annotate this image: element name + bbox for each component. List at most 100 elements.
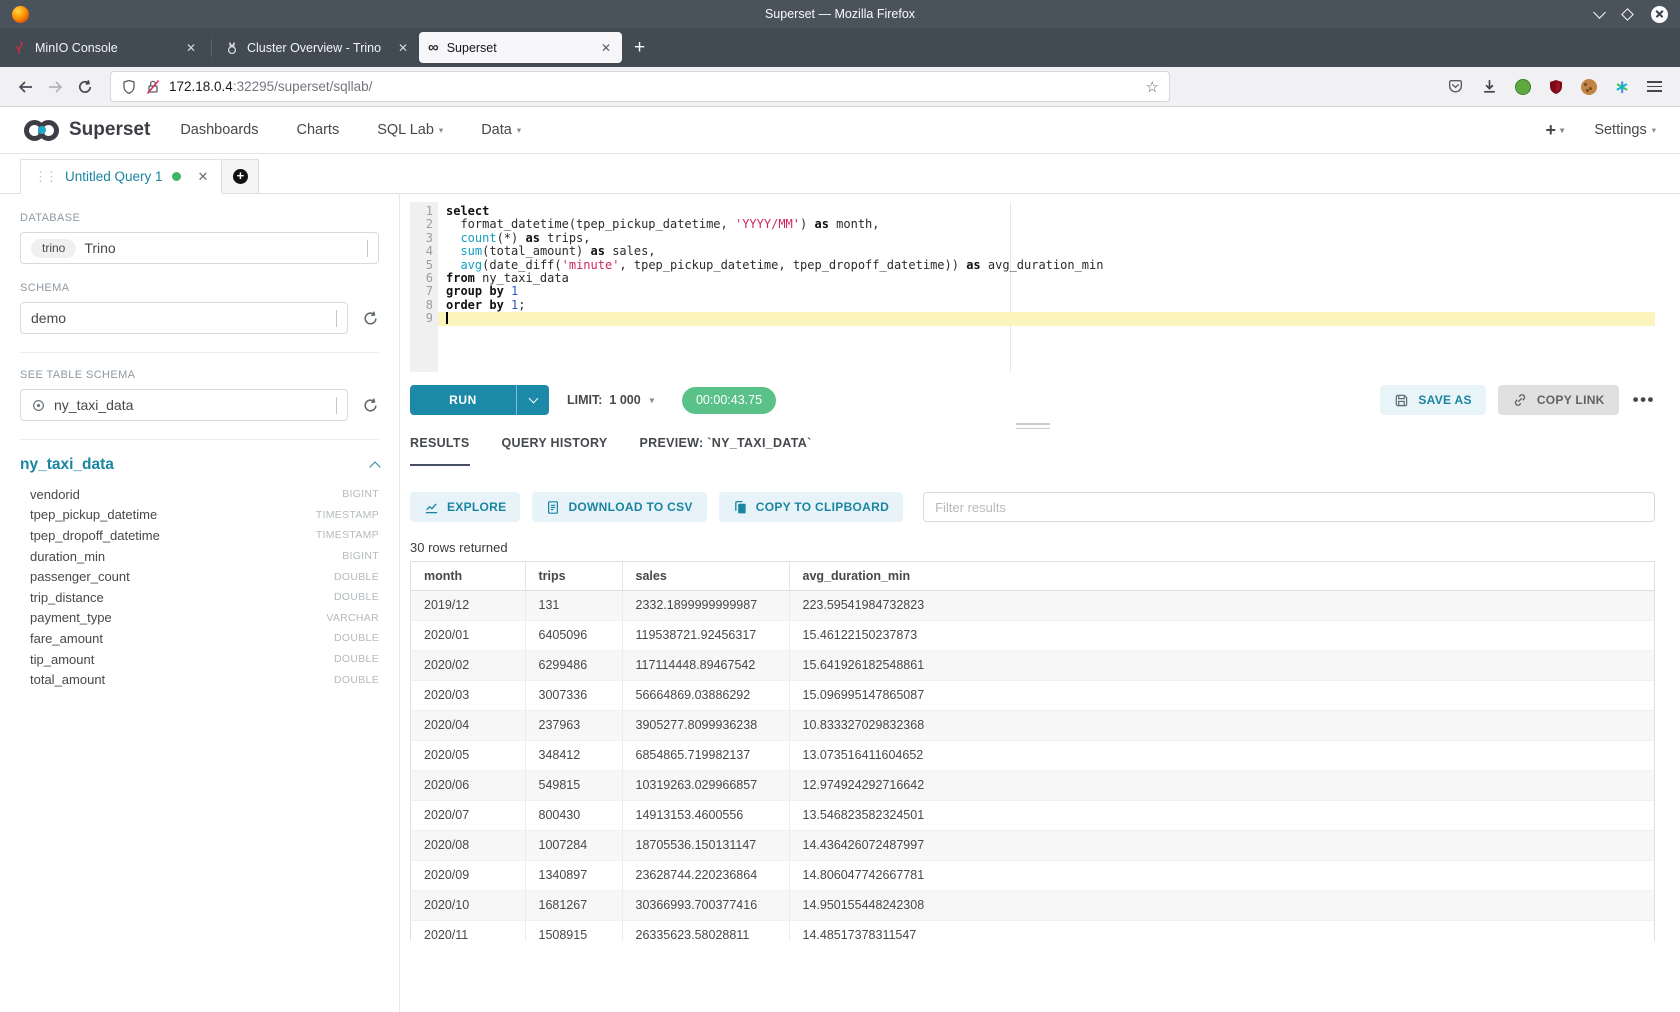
database-engine-badge: trino xyxy=(31,239,76,258)
column-header[interactable]: month xyxy=(411,562,525,590)
chevron-down-icon xyxy=(367,240,368,257)
line-number: 8 xyxy=(410,299,433,312)
settings-menu[interactable]: Settings▾ xyxy=(1594,122,1656,138)
result-cell: 2020/05 xyxy=(411,740,525,770)
result-row: 2020/0780043014913153.460055613.54682358… xyxy=(411,800,1654,830)
chevron-down-icon xyxy=(336,310,337,327)
code-line-2[interactable]: format_datetime(tpep_pickup_datetime, 'Y… xyxy=(438,218,1655,231)
code-line-6[interactable]: from ny_taxi_data xyxy=(438,272,1655,285)
table-schema-title[interactable]: ny_taxi_data xyxy=(20,456,114,474)
tracking-shield-icon[interactable] xyxy=(121,79,137,95)
window-close-icon[interactable] xyxy=(1651,6,1668,23)
new-tab-button[interactable]: + xyxy=(634,38,645,57)
code-line-1[interactable]: select xyxy=(438,205,1655,218)
column-name: fare_amount xyxy=(30,631,103,646)
code-line-5[interactable]: avg(date_diff('minute', tpep_pickup_date… xyxy=(438,259,1655,272)
sqllab-sidebar: DATABASE trino Trino SCHEMA demo SEE TAB… xyxy=(0,194,400,1012)
nav-charts[interactable]: Charts xyxy=(297,122,340,138)
nav-sql-lab[interactable]: SQL Lab▾ xyxy=(377,122,443,138)
download-csv-button[interactable]: DOWNLOAD TO CSV xyxy=(532,492,706,522)
new-item-button[interactable]: +▾ xyxy=(1546,120,1565,141)
code-line-8[interactable]: order by 1; xyxy=(438,299,1655,312)
superset-infinity-icon: ∞ xyxy=(428,40,439,55)
result-cell: 14913153.4600556 xyxy=(622,800,789,830)
ublock-shield-icon[interactable] xyxy=(1548,79,1564,95)
code-line-9[interactable] xyxy=(438,312,1655,325)
run-button[interactable]: RUN xyxy=(410,385,549,415)
pocket-icon[interactable] xyxy=(1447,78,1464,95)
tab-results[interactable]: RESULTS xyxy=(410,436,470,466)
result-row: 2020/09134089723628744.22023686414.80604… xyxy=(411,860,1654,890)
result-cell: 3905277.8099936238 xyxy=(622,710,789,740)
run-options-button[interactable] xyxy=(516,385,549,415)
table-select[interactable]: ny_taxi_data xyxy=(20,389,348,421)
browser-tab-trino[interactable]: Cluster Overview - Trino ✕ xyxy=(216,32,419,63)
trino-bunny-icon xyxy=(225,41,239,55)
result-cell: 549815 xyxy=(525,770,622,800)
code-line-4[interactable]: sum(total_amount) as sales, xyxy=(438,245,1655,258)
filter-results-input[interactable] xyxy=(923,492,1655,522)
run-label[interactable]: RUN xyxy=(410,385,516,415)
column-header[interactable]: trips xyxy=(525,562,622,590)
column-name: vendorid xyxy=(30,487,80,502)
explore-button[interactable]: EXPLORE xyxy=(410,492,520,522)
sql-editor[interactable]: 123456789 select format_datetime(tpep_pi… xyxy=(410,202,1655,372)
copy-to-clipboard-button[interactable]: COPY TO CLIPBOARD xyxy=(719,492,903,522)
back-button[interactable] xyxy=(10,72,40,102)
schema-select[interactable]: demo xyxy=(20,302,348,334)
refresh-tables-icon[interactable] xyxy=(362,397,379,414)
window-minimize-icon[interactable] xyxy=(1593,6,1606,19)
bookmark-star-icon[interactable]: ☆ xyxy=(1146,78,1159,96)
superset-navbar: Superset Dashboards Charts SQL Lab▾ Data… xyxy=(0,107,1680,154)
code-line-3[interactable]: count(*) as trips, xyxy=(438,232,1655,245)
results-grid[interactable]: monthtripssalesavg_duration_min 2019/121… xyxy=(410,561,1655,941)
tab-preview[interactable]: PREVIEW: `NY_TAXI_DATA` xyxy=(640,436,812,466)
collapse-chevron-up-icon[interactable] xyxy=(369,461,380,472)
browser-tab-minio[interactable]: MinIO Console ✕ xyxy=(4,32,207,63)
code-line-7[interactable]: group by 1 xyxy=(438,285,1655,298)
column-header[interactable]: avg_duration_min xyxy=(789,562,1654,590)
tab-close-icon[interactable]: ✕ xyxy=(184,41,198,55)
nav-dashboards[interactable]: Dashboards xyxy=(180,122,258,138)
extension-green-icon[interactable] xyxy=(1515,79,1531,95)
column-header[interactable]: sales xyxy=(622,562,789,590)
forward-button[interactable] xyxy=(40,72,70,102)
drag-handle-icon[interactable]: ⋮⋮ xyxy=(34,169,56,185)
tab-query-history[interactable]: QUERY HISTORY xyxy=(502,436,608,466)
table-column-row: passenger_countDOUBLE xyxy=(20,566,379,587)
copy-link-button[interactable]: COPY LINK xyxy=(1498,385,1619,415)
url-bar[interactable]: 172.18.0.4:32295/superset/sqllab/ ☆ xyxy=(110,71,1170,102)
limit-label: LIMIT: xyxy=(567,393,602,407)
result-row: 2020/03300733656664869.0388629215.096995… xyxy=(411,680,1654,710)
database-select[interactable]: trino Trino xyxy=(20,232,379,264)
download-icon[interactable] xyxy=(1481,78,1498,95)
url-text: 172.18.0.4:32295/superset/sqllab/ xyxy=(169,79,372,94)
cookie-extension-icon[interactable] xyxy=(1581,79,1597,95)
line-number: 2 xyxy=(410,218,433,231)
editor-code[interactable]: select format_datetime(tpep_pickup_datet… xyxy=(438,202,1655,372)
window-maximize-icon[interactable] xyxy=(1621,8,1634,21)
tab-close-icon[interactable]: ✕ xyxy=(396,41,410,55)
tab-close-icon[interactable]: ✕ xyxy=(599,41,613,55)
chevron-down-icon: ▾ xyxy=(517,125,521,136)
more-options-button[interactable]: ••• xyxy=(1633,390,1655,410)
limit-dropdown[interactable]: LIMIT: 1 000 ▾ xyxy=(567,393,654,407)
save-as-button[interactable]: SAVE AS xyxy=(1380,385,1485,415)
nav-data[interactable]: Data▾ xyxy=(481,122,521,138)
browser-tab-title: MinIO Console xyxy=(35,41,176,55)
line-number: 5 xyxy=(410,259,433,272)
menu-hamburger-icon[interactable] xyxy=(1647,81,1662,92)
add-query-tab-button[interactable]: + xyxy=(222,159,259,194)
refresh-schema-icon[interactable] xyxy=(362,310,379,327)
query-tab-close-icon[interactable]: ✕ xyxy=(198,169,209,185)
browser-tab-superset[interactable]: ∞ Superset ✕ xyxy=(419,32,622,63)
pane-resize-handle[interactable] xyxy=(410,416,1655,436)
insecure-lock-icon[interactable] xyxy=(145,79,161,95)
query-tab[interactable]: ⋮⋮ Untitled Query 1 ✕ xyxy=(20,159,222,194)
rows-returned-text: 30 rows returned xyxy=(410,540,1655,555)
result-cell: 3007336 xyxy=(525,680,622,710)
colorful-asterisk-extension-icon[interactable] xyxy=(1614,79,1630,95)
reload-button[interactable] xyxy=(70,72,100,102)
result-cell: 26335623.58028811 xyxy=(622,920,789,941)
table-column-row: tpep_dropoff_datetimeTIMESTAMP xyxy=(20,525,379,546)
